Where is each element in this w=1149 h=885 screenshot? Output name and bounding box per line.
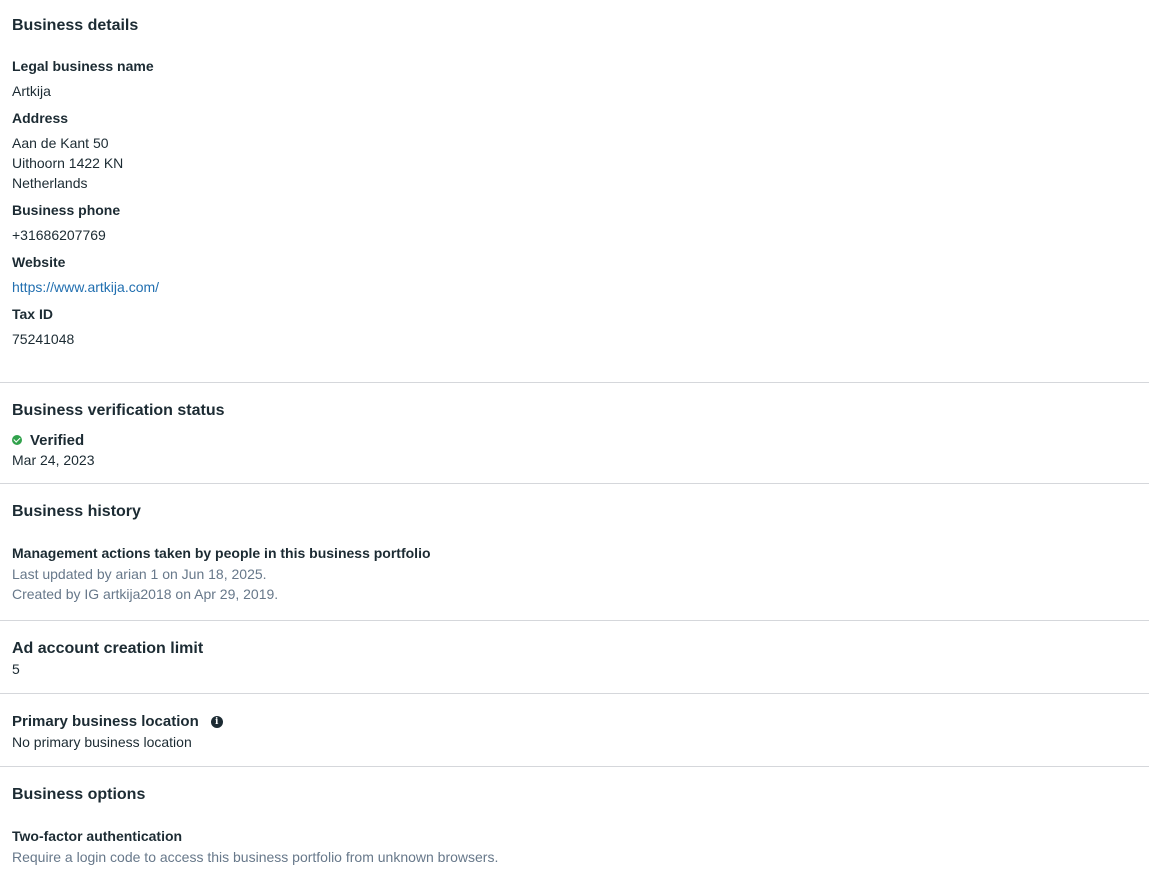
two-factor-label: Two-factor authentication [12, 828, 183, 844]
section-title: Primary business location [12, 713, 199, 730]
website-link[interactable]: https://www.artkija.com/ [12, 277, 159, 297]
address-line-1: Aan de Kant 50 [12, 135, 109, 151]
section-title: Business verification status [12, 402, 225, 419]
ad-limit-section: Ad account creation limit 5 [0, 621, 1149, 694]
last-updated-text: Last updated by arian 1 on Jun 18, 2025. [12, 566, 267, 582]
field-label: Address [12, 110, 69, 126]
section-title: Business details [12, 17, 139, 34]
status-badge: Verified [30, 431, 85, 449]
field-label: Business phone [12, 202, 121, 218]
phone-field: Business phone +31686207769 [12, 201, 1137, 245]
check-circle-icon [12, 435, 22, 445]
field-label: Tax ID [12, 306, 53, 322]
primary-location-section: Primary business location i No primary b… [0, 694, 1149, 767]
ad-limit-value: 5 [12, 661, 20, 677]
phone-value: +31686207769 [12, 227, 106, 243]
info-icon[interactable]: i [210, 716, 223, 728]
history-label: Management actions taken by people in th… [12, 545, 431, 561]
business-history-section: Business history Management actions take… [0, 484, 1149, 621]
address-line-2: Uithoorn 1422 KN [12, 155, 124, 171]
address-line-3: Netherlands [12, 175, 88, 191]
field-label: Legal business name [12, 58, 154, 74]
title-row: Primary business location i [12, 712, 1137, 732]
address-field: Address Aan de Kant 50 Uithoorn 1422 KN … [12, 109, 1137, 193]
verification-status: Verified [12, 430, 1137, 450]
field-label: Website [12, 254, 66, 270]
website-field: Website https://www.artkija.com/ [12, 253, 1137, 297]
tax-id-field: Tax ID 75241048 [12, 305, 1137, 349]
section-title: Business options [12, 786, 146, 803]
legal-name-field: Legal business name Artkija [12, 57, 1137, 101]
verification-date: Mar 24, 2023 [12, 452, 95, 468]
created-by-text: Created by IG artkija2018 on Apr 29, 201… [12, 586, 279, 602]
verification-section: Business verification status Verified Ma… [0, 383, 1149, 484]
two-factor-description: Require a login code to access this busi… [12, 849, 499, 865]
business-options-section: Business options Two-factor authenticati… [0, 767, 1149, 885]
section-title: Business history [12, 503, 141, 520]
section-title: Ad account creation limit [12, 640, 204, 657]
tax-id-value: 75241048 [12, 331, 75, 347]
business-info-page: Business details Legal business name Art… [0, 0, 1149, 885]
business-details-section: Business details Legal business name Art… [0, 0, 1149, 383]
legal-name-value: Artkija [12, 83, 51, 99]
location-value: No primary business location [12, 734, 192, 750]
